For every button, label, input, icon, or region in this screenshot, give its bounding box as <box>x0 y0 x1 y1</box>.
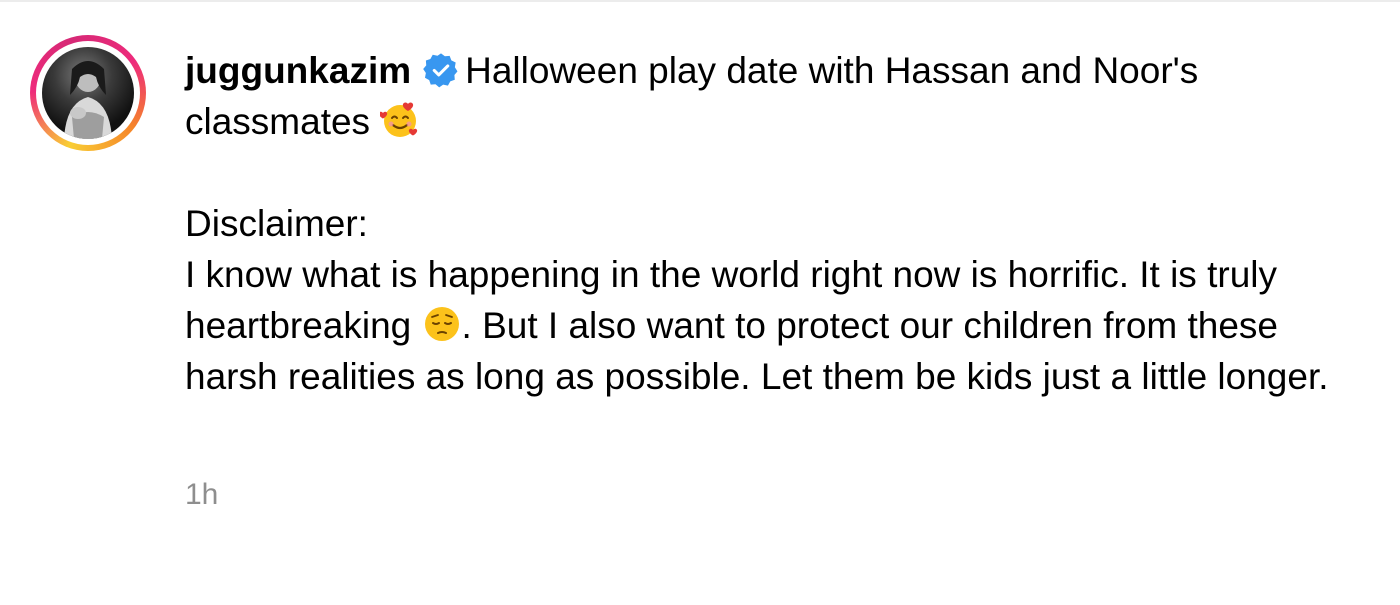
disclaimer-label: Disclaimer: <box>185 203 368 244</box>
avatar-inner <box>36 41 140 145</box>
timestamp[interactable]: 1h <box>185 478 218 512</box>
avatar-portrait-icon <box>64 61 112 139</box>
verified-badge-icon <box>423 53 458 88</box>
avatar[interactable] <box>42 47 134 139</box>
disclaimer-body: I know what is happening in the world ri… <box>185 249 1355 402</box>
pensive-face-emoji <box>424 307 459 341</box>
username-link[interactable]: juggunkazim <box>185 50 411 91</box>
smiling-face-with-hearts-emoji <box>380 102 418 137</box>
caption-comment: juggunkazim Halloween play date with Has… <box>0 0 1400 605</box>
caption-text: juggunkazim Halloween play date with Has… <box>185 45 1355 402</box>
avatar-story-ring[interactable] <box>30 35 146 151</box>
